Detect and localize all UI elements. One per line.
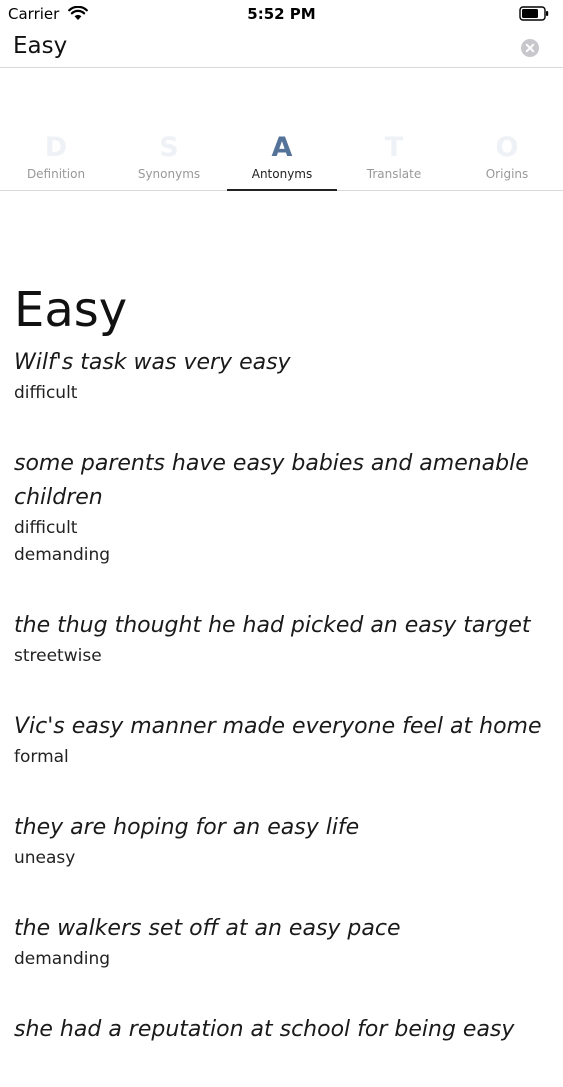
antonym-word: difficult (14, 383, 78, 403)
example-sentence: Wilf's task was very easy (14, 350, 291, 375)
antonym-entry: she had a reputation at school for being… (14, 1013, 554, 1047)
tab-synonyms[interactable]: S Synonyms (113, 132, 225, 190)
antonym-word: difficult (14, 518, 78, 538)
example-sentence: the thug thought he had picked an easy t… (14, 613, 531, 638)
antonym-entry: some parents have easy babies and amenab… (14, 447, 554, 569)
tab-letter: D (44, 132, 68, 163)
tab-letter: O (495, 132, 519, 163)
status-time: 5:52 PM (247, 5, 316, 23)
example-sentence: she had a reputation at school for being… (14, 1017, 515, 1042)
tab-label: Definition (26, 167, 86, 181)
battery-icon (519, 6, 549, 25)
antonym-word: streetwise (14, 646, 102, 666)
tab-letter: T (384, 132, 404, 163)
tab-translate[interactable]: T Translate (338, 132, 450, 190)
tab-label: Antonyms (251, 167, 313, 181)
section-tabs: D Definition S Synonyms A Antonyms T Tra… (0, 132, 563, 191)
tab-definition[interactable]: D Definition (0, 132, 112, 190)
antonym-entry: the thug thought he had picked an easy t… (14, 609, 554, 670)
tab-letter: S (159, 132, 179, 163)
antonyms-content: Easy Wilf's task was very easy difficult… (14, 280, 554, 1087)
antonym-entry: the walkers set off at an easy pace dema… (14, 912, 554, 973)
example-sentence: they are hoping for an easy life (14, 815, 360, 840)
search-input[interactable] (13, 30, 493, 62)
example-sentence: some parents have easy babies and amenab… (14, 451, 529, 510)
search-bar (0, 28, 563, 68)
tab-origins[interactable]: O Origins (451, 132, 563, 190)
tab-antonyms[interactable]: A Antonyms (226, 132, 338, 191)
clear-icon (525, 43, 535, 53)
example-sentence: the walkers set off at an easy pace (14, 916, 401, 941)
antonym-word: demanding (14, 949, 111, 969)
clear-search-button[interactable] (521, 39, 539, 57)
tab-label: Synonyms (137, 167, 201, 181)
example-sentence: Vic's easy manner made everyone feel at … (14, 714, 542, 739)
antonym-entry: they are hoping for an easy life uneasy (14, 811, 554, 872)
tab-letter: A (271, 132, 293, 163)
tab-label: Translate (366, 167, 422, 181)
antonym-word: uneasy (14, 848, 76, 868)
antonym-entry: Wilf's task was very easy difficult (14, 346, 554, 407)
tab-label: Origins (485, 167, 529, 181)
antonym-entry: Vic's easy manner made everyone feel at … (14, 710, 554, 771)
antonym-word: demanding (14, 545, 111, 565)
headword: Easy (14, 282, 128, 338)
antonym-word: formal (14, 747, 69, 767)
status-bar: Carrier 5:52 PM (0, 0, 563, 28)
